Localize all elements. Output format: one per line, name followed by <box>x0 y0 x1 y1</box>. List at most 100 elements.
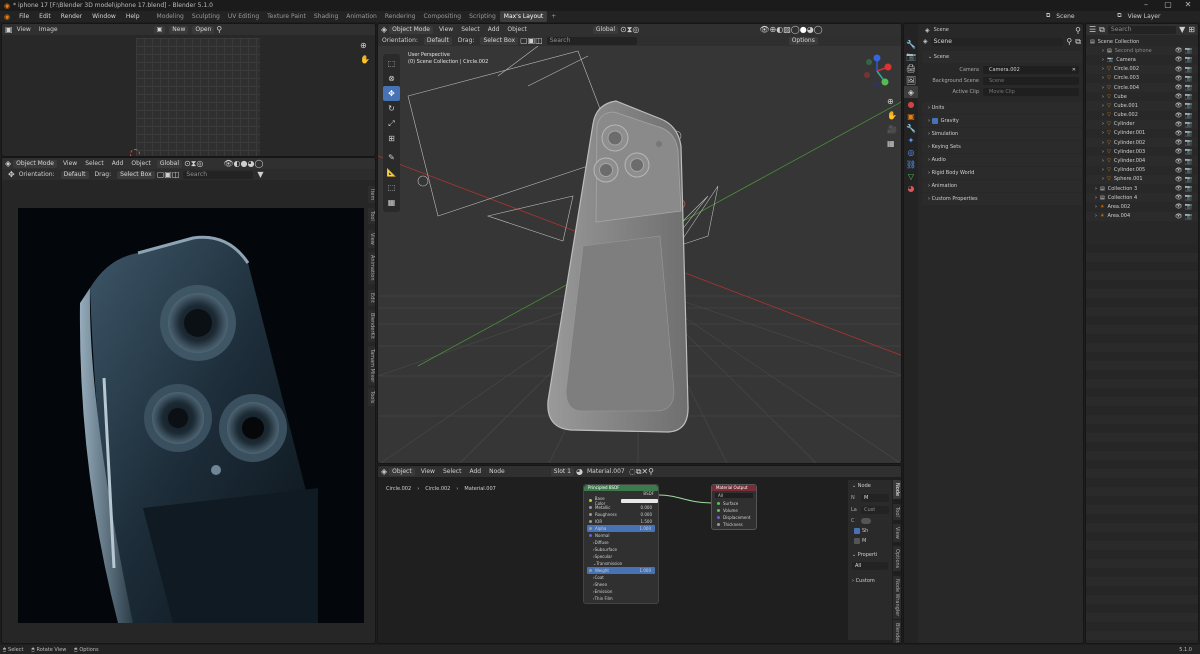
tab-node-wrangler[interactable]: Node Wrangler <box>893 576 901 620</box>
outliner-item[interactable]: › ▽ Cylinder.004 👁📷 <box>1086 156 1198 166</box>
outliner-item[interactable]: › ▽ Sphere.001 👁📷 <box>1086 174 1198 184</box>
menu-view[interactable]: View <box>439 26 453 33</box>
annotate-tool-icon[interactable]: ✎ <box>383 150 400 165</box>
menu-help[interactable]: Help <box>121 11 145 22</box>
pivot-icon[interactable]: ⊙ <box>620 25 627 34</box>
active-clip-field[interactable]: Movie Clip <box>983 87 1079 96</box>
render-tab-icon[interactable]: 📷 <box>904 50 918 62</box>
pin-icon[interactable]: ⚲ <box>1066 37 1072 46</box>
cursor-tool-icon[interactable]: ⊗ <box>383 71 400 86</box>
outliner-item[interactable]: › ▤ Second iphone 👁📷 <box>1086 46 1198 56</box>
scene-selector[interactable]: Scene <box>1053 12 1094 20</box>
principled-bsdf-node[interactable]: Principled BSDF BSDF Base Color Metallic… <box>583 484 659 604</box>
proportional-icon[interactable]: ◎ <box>632 25 639 34</box>
expand-chevron-icon[interactable]: › <box>1102 158 1104 164</box>
visibility-toggle-icon[interactable]: 👁📷 <box>1175 121 1194 128</box>
workspace-tab[interactable]: Sculpting <box>188 11 224 22</box>
constraints-tab-icon[interactable]: ⛓ <box>904 158 918 170</box>
outliner-item[interactable]: › ▽ Circle.002 👁📷 <box>1086 64 1198 74</box>
tab-node[interactable]: Node <box>893 480 901 500</box>
view-layer-tab-icon[interactable]: 🖼 <box>904 74 918 86</box>
visibility-toggle-icon[interactable]: 👁📷 <box>1175 203 1194 210</box>
tab-animation[interactable]: Animation <box>368 252 375 284</box>
camera-view-icon[interactable]: 🎥 <box>887 125 897 134</box>
expand-chevron-icon[interactable]: › <box>1102 121 1104 127</box>
minimize-icon[interactable]: – <box>1136 0 1156 11</box>
audio-panel[interactable]: › Audio <box>922 154 1082 166</box>
drag-dropdown[interactable]: Select Box <box>480 36 519 45</box>
transform-orientation[interactable]: Global <box>156 159 183 168</box>
orientation-dropdown[interactable]: Default <box>60 170 89 179</box>
menu-view[interactable]: View <box>63 160 77 167</box>
camera-field[interactable]: Camera.002 ✕ <box>983 65 1079 74</box>
scene-tab-icon[interactable]: ◈ <box>904 86 918 98</box>
base-color-swatch[interactable] <box>620 498 659 503</box>
outliner-item[interactable]: › ▽ Circle.003 👁📷 <box>1086 74 1198 83</box>
filter-icon[interactable]: ▼ <box>257 170 263 179</box>
expand-chevron-icon[interactable]: › <box>1102 48 1104 54</box>
menu-view[interactable]: View <box>17 26 31 33</box>
tab-a-tools[interactable]: A - Tools <box>368 388 375 407</box>
expand-chevron-icon[interactable]: › <box>1095 204 1097 210</box>
workspace-tab-active[interactable]: Max's Layout <box>499 11 548 22</box>
specular-panel[interactable]: › Specular <box>584 553 658 560</box>
open-image-button[interactable]: Open <box>192 25 215 34</box>
units-panel[interactable]: › Units <box>922 102 1082 114</box>
orientation-dropdown[interactable]: Default <box>423 36 452 45</box>
weight-row[interactable]: Weight 1.000 <box>587 567 655 574</box>
workspace-tab[interactable]: UV Editing <box>224 11 263 22</box>
expand-chevron-icon[interactable]: › <box>1102 103 1104 109</box>
outliner-item[interactable]: › ▽ Circle.004 👁📷 <box>1086 82 1198 93</box>
menu-add[interactable]: Add <box>488 26 500 33</box>
outliner-item[interactable]: › ☀ Area.004 👁📷 <box>1086 211 1198 221</box>
roughness-row[interactable]: Roughness 0.000 <box>584 511 658 518</box>
scale-tool-icon[interactable]: ⤢ <box>383 116 400 131</box>
menu-render[interactable]: Render <box>56 11 87 22</box>
custom-panel-header[interactable]: › Custom <box>848 572 892 590</box>
menu-select[interactable]: Select <box>85 160 104 167</box>
tab-tamam-mixer[interactable]: Tamam Mixer <box>368 346 375 386</box>
visibility-toggle-icon[interactable]: 👁📷 <box>1175 112 1194 119</box>
visibility-toggle-icon[interactable]: 👁📷 <box>1175 102 1194 109</box>
tab-view[interactable]: View <box>368 230 375 248</box>
tab-view[interactable]: View <box>893 524 901 542</box>
workspace-tab[interactable]: Shading <box>310 11 342 22</box>
color-toggle[interactable] <box>861 518 871 524</box>
new-collection-icon[interactable]: ⊞ <box>1188 25 1195 34</box>
editor-type-icon[interactable]: ▣ <box>5 25 13 34</box>
target-dropdown[interactable]: All <box>715 493 753 498</box>
drag-dropdown[interactable]: Select Box <box>117 170 155 179</box>
node-panel-header[interactable]: ⌄ Node <box>848 480 892 492</box>
tab-options[interactable]: Options <box>893 546 901 572</box>
visibility-toggle-icon[interactable]: 👁📷 <box>1175 185 1194 192</box>
menu-window[interactable]: Window <box>87 11 121 22</box>
editor-type-icon[interactable]: ☰ <box>1089 25 1096 34</box>
world-tab-icon[interactable]: ● <box>904 98 918 110</box>
visibility-toggle-icon[interactable]: 👁📷 <box>1175 84 1194 91</box>
visibility-toggle-icon[interactable]: 👁📷 <box>1175 148 1194 155</box>
menu-add[interactable]: Add <box>112 160 124 167</box>
close-icon[interactable]: ✕ <box>1178 0 1198 11</box>
menu-image[interactable]: Image <box>39 26 58 33</box>
rotate-tool-icon[interactable]: ↻ <box>383 101 400 116</box>
visibility-toggle-icon[interactable]: 👁📷 <box>1175 47 1194 54</box>
workspace-tab[interactable]: Modeling <box>153 11 188 22</box>
expand-chevron-icon[interactable]: › <box>1102 75 1104 81</box>
browse-icon[interactable]: ⧉ <box>1075 37 1081 47</box>
menu-edit[interactable]: Edit <box>34 11 56 22</box>
outliner-item[interactable]: › ▽ Cylinder.002 👁📷 <box>1086 138 1198 148</box>
visibility-toggle-icon[interactable]: 👁📷 <box>1175 139 1194 146</box>
visibility-toggle-icon[interactable]: 👁📷 <box>1175 56 1194 63</box>
menu-object[interactable]: Object <box>131 160 151 167</box>
overlay-icon[interactable]: ◐ <box>234 159 241 168</box>
menu-file[interactable]: File <box>14 11 34 22</box>
base-color-row[interactable]: Base Color <box>584 496 659 506</box>
emission-panel[interactable]: › Emission <box>584 588 658 595</box>
expand-chevron-icon[interactable]: › <box>1102 130 1104 136</box>
transmission-panel[interactable]: ⌄ Transmission <box>584 560 658 567</box>
visibility-toggle-icon[interactable]: 👁📷 <box>1175 158 1194 165</box>
shading-material-icon[interactable]: ◕ <box>807 25 814 34</box>
outliner-item[interactable]: › ▽ Cube.001 👁📷 <box>1086 101 1198 111</box>
ortho-toggle-icon[interactable]: ▦ <box>887 139 895 148</box>
diffuse-panel[interactable]: › Diffuse <box>584 539 658 546</box>
